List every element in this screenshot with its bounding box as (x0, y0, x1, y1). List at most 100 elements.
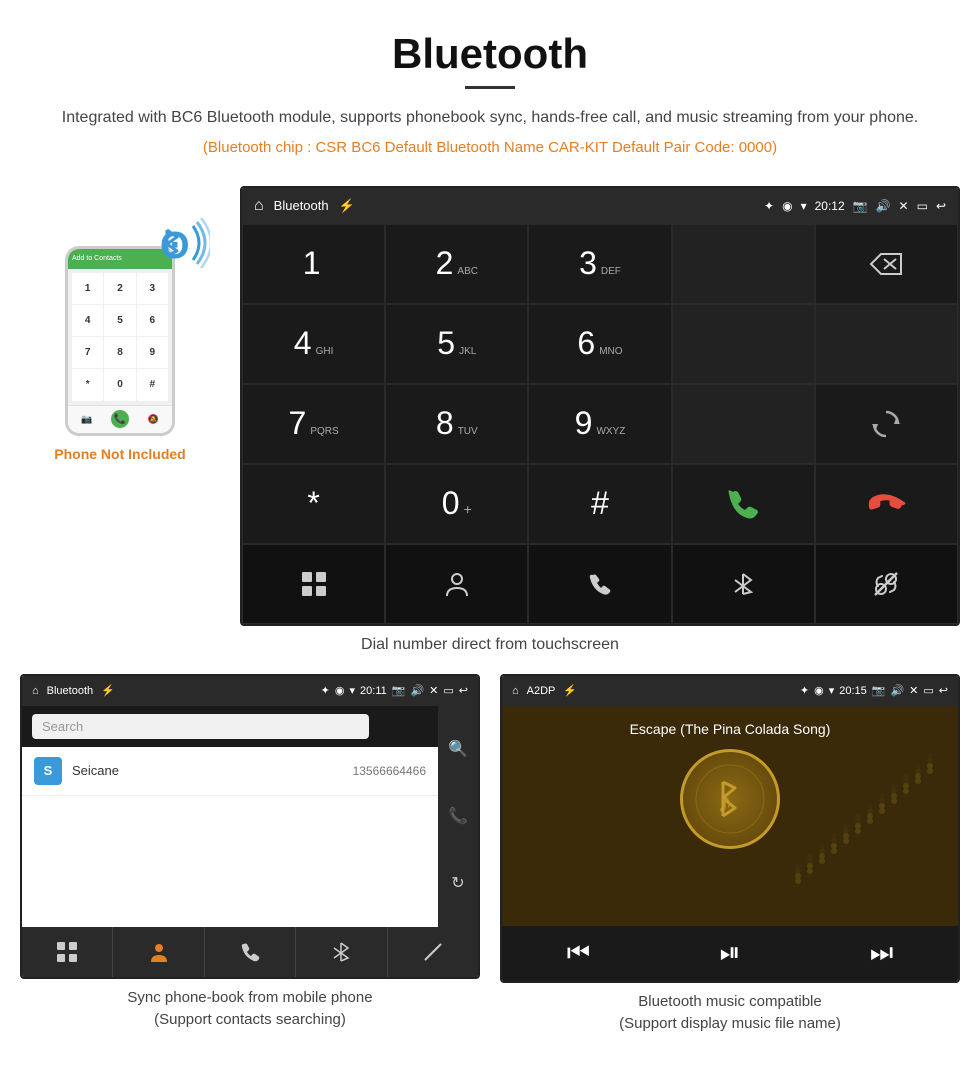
bluetooth-specs: (Bluetooth chip : CSR BC6 Default Blueto… (40, 139, 940, 156)
phone-image: ʘ Add to Contacts 1 2 3 (60, 246, 180, 436)
pb-contact-avatar: S (34, 757, 62, 785)
dial-call-green[interactable] (672, 464, 815, 544)
pb-side-search-icon[interactable]: 🔍 (448, 739, 468, 759)
home-icon[interactable]: ⌂ (254, 197, 264, 215)
page-header: Bluetooth Integrated with BC6 Bluetooth … (0, 0, 980, 186)
phonebook-caption: Sync phone-book from mobile phone (Suppo… (20, 987, 480, 1032)
music-play-btn[interactable]: ⏯ (720, 937, 741, 969)
pb-back-icon[interactable]: ↩ (459, 684, 468, 697)
status-left: ⌂ Bluetooth ⚡ (254, 197, 355, 215)
dial-key-7[interactable]: 7PQRS (242, 384, 385, 464)
screen-title-dial: Bluetooth (274, 198, 329, 213)
dial-key-4[interactable]: 4GHI (242, 304, 385, 384)
phone-key-0: 0 (104, 369, 135, 400)
music-back-icon[interactable]: ↩ (939, 684, 948, 697)
music-loc-icon: ◉ (814, 684, 824, 697)
wifi-icon: ▾ (801, 199, 807, 213)
pb-cam-icon: 📷 (392, 684, 406, 697)
phone-side: ʘ Add to Contacts 1 2 3 (20, 186, 220, 462)
music-controls: ⏮ ⏯ ⏭ (502, 926, 958, 981)
title-divider (465, 86, 515, 89)
pb-contact-list: S Seicane 13566664466 (22, 747, 438, 927)
pb-nav-bluetooth[interactable] (296, 927, 387, 977)
pb-home-icon[interactable]: ⌂ (32, 685, 39, 697)
phone-key-star: * (72, 369, 103, 400)
pb-side-refresh-icon[interactable]: ↻ (451, 873, 464, 893)
phone-key-9: 9 (137, 337, 168, 368)
dial-key-2[interactable]: 2ABC (385, 224, 528, 304)
music-x-icon: ✕ (909, 684, 918, 697)
phone-key-2: 2 (104, 273, 135, 304)
pb-caption-1: Sync phone-book from mobile phone (127, 989, 372, 1006)
nav-person[interactable] (385, 544, 528, 624)
music-song-title: Escape (The Pina Colada Song) (630, 721, 831, 737)
pb-nav-person[interactable] (113, 927, 204, 977)
music-bt-icon: ✦ (800, 684, 809, 697)
pb-status-bar: ⌂ Bluetooth ⚡ ✦ ◉ ▾ 20:11 📷 🔊 ✕ ▭ ↩ (22, 676, 478, 706)
nav-link[interactable] (815, 544, 958, 624)
page-title: Bluetooth (40, 30, 940, 78)
pb-nav-grid[interactable] (22, 927, 113, 977)
music-wrap: ⌂ A2DP ⚡ ✦ ◉ ▾ 20:15 📷 🔊 ✕ ▭ ↩ (500, 674, 960, 1036)
dial-call-red[interactable] (815, 464, 958, 544)
dial-key-8[interactable]: 8TUV (385, 384, 528, 464)
pb-search-placeholder: Search (42, 719, 83, 734)
page-description: Integrated with BC6 Bluetooth module, su… (40, 105, 940, 131)
music-prev-btn[interactable]: ⏮ (567, 937, 590, 969)
phone-keypad: 1 2 3 4 5 6 7 8 9 * 0 # (68, 269, 172, 405)
dial-backspace[interactable] (815, 224, 958, 304)
pb-contact-item[interactable]: S Seicane 13566664466 (22, 747, 438, 796)
dial-empty-3 (815, 304, 958, 384)
dial-key-1[interactable]: 1 (242, 224, 385, 304)
phone-bottom-bar: 📷 📞 🔕 (68, 405, 172, 433)
music-wifi-icon: ▾ (829, 684, 835, 697)
nav-bluetooth[interactable] (672, 544, 815, 624)
svg-text:♪: ♪ (717, 783, 733, 819)
dial-key-hash[interactable]: # (528, 464, 671, 544)
dial-key-9[interactable]: 9WXYZ (528, 384, 671, 464)
pb-search-area: Search (22, 706, 438, 747)
pb-usb-icon: ⚡ (101, 684, 115, 697)
dial-caption: Dial number direct from touchscreen (0, 636, 980, 654)
music-title: A2DP (527, 685, 556, 697)
location-icon: ◉ (782, 199, 792, 213)
music-album-art: ♪ (680, 749, 780, 849)
phone-key-hash: # (137, 369, 168, 400)
pb-loc-icon: ◉ (335, 684, 345, 697)
dial-refresh[interactable] (815, 384, 958, 464)
dial-key-6[interactable]: 6MNO (528, 304, 671, 384)
pb-caption-2: (Support contacts searching) (154, 1011, 346, 1028)
pb-side-phone-icon[interactable]: 📞 (448, 806, 468, 826)
nav-grid[interactable] (242, 544, 385, 624)
pb-nav-link[interactable] (388, 927, 478, 977)
pb-nav-phone[interactable] (205, 927, 296, 977)
pb-time: 20:11 (360, 685, 387, 697)
nav-phone[interactable] (528, 544, 671, 624)
pb-bt-icon: ✦ (321, 684, 330, 697)
music-rect-icon: ▭ (923, 684, 933, 697)
back-icon[interactable]: ↩ (936, 199, 946, 213)
dial-key-3[interactable]: 3DEF (528, 224, 671, 304)
music-next-btn[interactable]: ⏭ (870, 937, 893, 969)
phone-call-button[interactable]: 📞 (111, 410, 129, 428)
phone-key-7: 7 (72, 337, 103, 368)
volume-icon: 🔊 (876, 199, 891, 213)
dialpad-area: 1 2ABC 3DEF 4GHI 5JKL (242, 224, 958, 624)
pb-bottom-nav (22, 927, 478, 977)
phone-key-1: 1 (72, 273, 103, 304)
lower-screenshots: ⌂ Bluetooth ⚡ ✦ ◉ ▾ 20:11 📷 🔊 ✕ ▭ ↩ (0, 674, 980, 1036)
dial-key-0[interactable]: 0+ (385, 464, 528, 544)
svg-text:ʘ: ʘ (160, 225, 190, 267)
dial-empty-2 (672, 304, 815, 384)
music-caption-1: Bluetooth music compatible (638, 993, 821, 1010)
dial-key-5[interactable]: 5JKL (385, 304, 528, 384)
dial-key-star[interactable]: * (242, 464, 385, 544)
music-home-icon[interactable]: ⌂ (512, 685, 519, 697)
rect-icon: ▭ (917, 199, 928, 213)
pb-rect-icon: ▭ (443, 684, 453, 697)
bt-icon: ✦ (764, 199, 774, 213)
pb-wifi-icon: ▾ (350, 684, 356, 697)
dial-empty-1 (672, 224, 815, 304)
phone-key-6: 6 (137, 305, 168, 336)
pb-search-box[interactable]: Search (32, 714, 369, 739)
